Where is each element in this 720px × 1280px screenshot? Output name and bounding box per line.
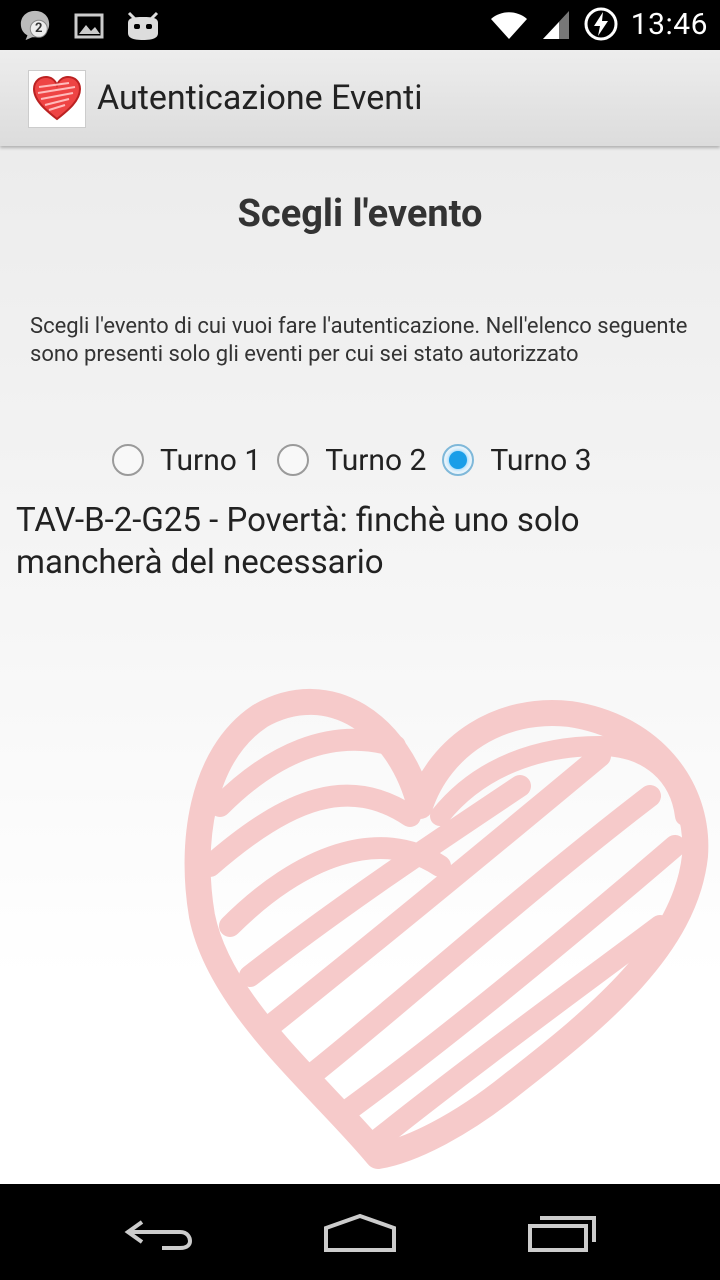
debug-bot-icon	[127, 11, 159, 40]
heart-watermark-icon	[184, 688, 709, 1169]
clock: 13:46	[630, 6, 708, 42]
radio-label: Turno 3	[490, 442, 592, 478]
heart-app-icon[interactable]	[28, 70, 86, 128]
chat-notification-icon: 2	[18, 8, 54, 44]
radio-turno-1[interactable]: Turno 1	[112, 443, 261, 478]
action-bar: Autenticazione Eventi	[0, 50, 720, 146]
radio-label: Turno 2	[325, 442, 427, 478]
battery-charging-icon	[584, 7, 618, 41]
radio-button-unchecked[interactable]	[277, 444, 310, 476]
app-title: Autenticazione Eventi	[97, 78, 423, 118]
main-content: Scegli l'evento Scegli l'evento di cui v…	[0, 146, 720, 1184]
radio-label: Turno 1	[160, 442, 262, 478]
notification-count: 2	[35, 21, 43, 36]
picture-icon	[74, 13, 104, 39]
navigation-bar	[0, 1184, 720, 1280]
recent-apps-icon[interactable]	[522, 1208, 602, 1256]
radio-button-unchecked[interactable]	[112, 444, 144, 476]
wifi-icon	[490, 12, 527, 39]
home-icon[interactable]	[320, 1208, 400, 1256]
page-title: Scegli l'evento	[237, 192, 483, 236]
shift-radio-group: Turno 1 Turno 2 Turno 3	[112, 438, 608, 482]
signal-icon	[542, 11, 569, 39]
radio-turno-3[interactable]: Turno 3	[442, 442, 592, 478]
status-bar: 2 13:46	[0, 0, 720, 50]
back-icon[interactable]	[120, 1208, 200, 1256]
radio-turno-2[interactable]: Turno 2	[277, 443, 426, 478]
radio-button-checked[interactable]	[442, 444, 475, 476]
event-list-item[interactable]: TAV-B-2-G25 - Povertà: finchè uno solo m…	[16, 500, 696, 584]
description-text: Scegli l'evento di cui vuoi fare l'auten…	[30, 314, 688, 367]
